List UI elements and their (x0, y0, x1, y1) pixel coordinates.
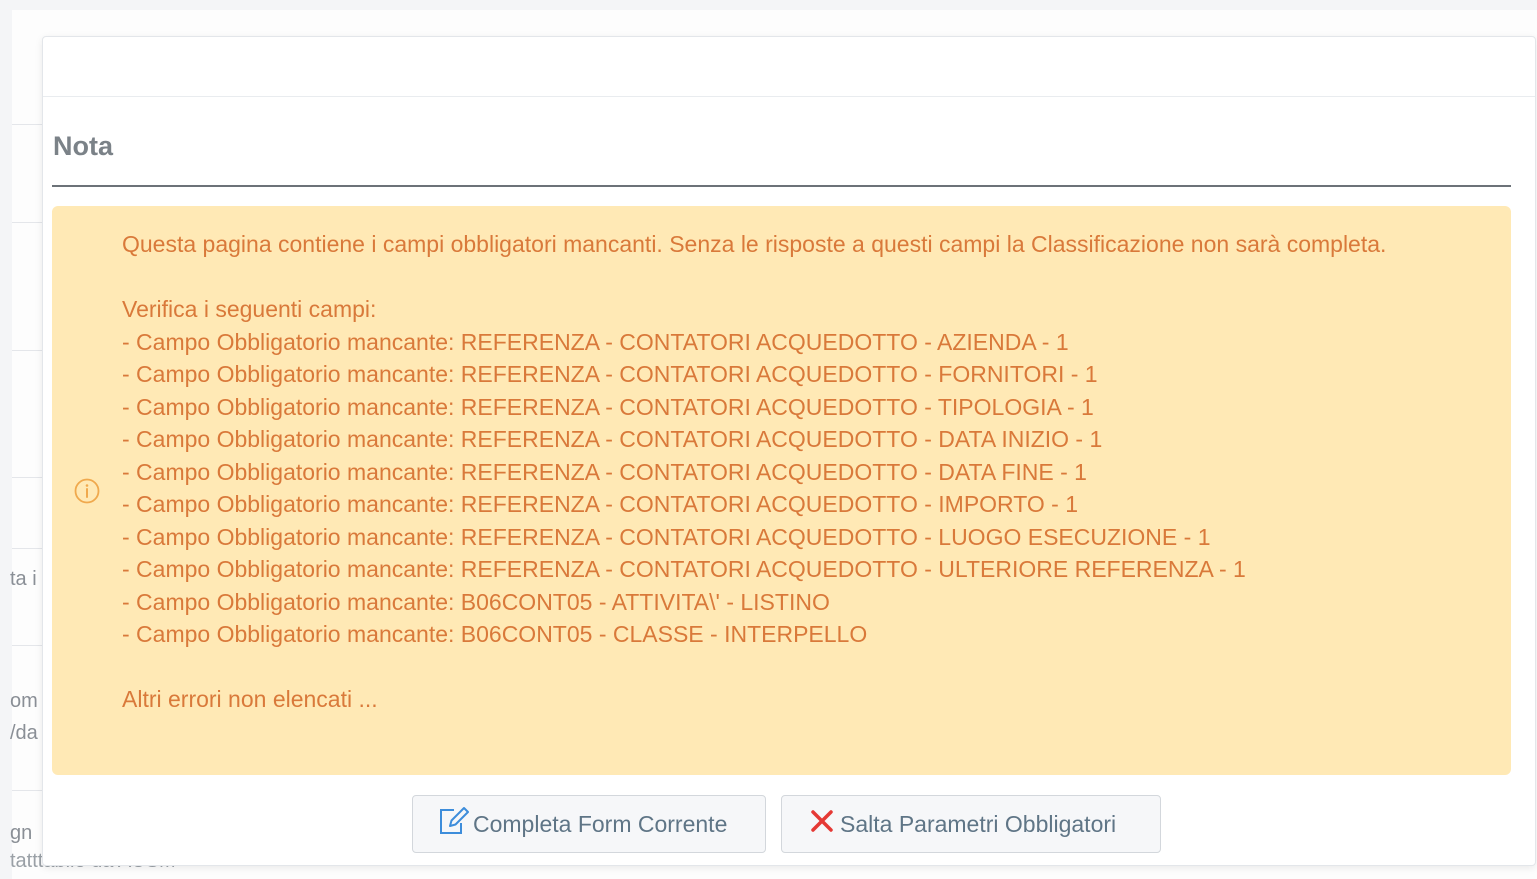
modal-header (43, 37, 1535, 97)
background-divider (12, 477, 42, 478)
missing-field-item: - Campo Obbligatorio mancante: REFERENZA… (122, 556, 1246, 582)
missing-field-item: - Campo Obbligatorio mancante: REFERENZA… (122, 458, 1087, 485)
background-text-fragment: /da (10, 722, 38, 744)
background-divider (12, 124, 42, 125)
alert-check-heading: Verifica i seguenti campi: (122, 296, 377, 322)
missing-field-item: - Campo Obbligatorio mancante: REFERENZA… (122, 523, 1211, 550)
skip-required-params-label: Salta Parametri Obbligatori (840, 810, 1117, 837)
missing-field-item: - Campo Obbligatorio mancante: REFERENZA… (122, 328, 1069, 355)
background-text-fragment: gn (10, 822, 33, 844)
complete-form-label: Completa Form Corrente (473, 810, 728, 837)
background-divider (12, 222, 42, 223)
missing-field-item: - Campo Obbligatorio mancante: REFERENZA… (122, 426, 1103, 452)
warning-alert: Questa pagina contiene i campi obbligato… (52, 206, 1511, 775)
background-text-fragment: om (10, 690, 38, 712)
background-text-fragment: ta i (10, 568, 37, 590)
modal-title: Nota (53, 131, 113, 161)
missing-field-item: - Campo Obbligatorio mancante: B06CONT05… (122, 588, 830, 615)
background-divider (12, 350, 42, 351)
alert-intro: Questa pagina contiene i campi obbligato… (122, 231, 1387, 257)
title-divider (52, 185, 1511, 187)
background-divider (12, 548, 42, 549)
alert-message: Questa pagina contiene i campi obbligato… (122, 228, 1462, 716)
info-circle-icon (74, 478, 100, 504)
more-errors-note: Altri errori non elencati ... (122, 686, 378, 712)
background-divider (12, 790, 42, 791)
missing-field-item: - Campo Obbligatorio mancante: REFERENZA… (122, 361, 1098, 387)
modal-dialog: Nota Questa pagina contiene i campi obbl… (42, 36, 1536, 866)
background-divider (12, 645, 42, 646)
skip-required-params-button[interactable]: Salta Parametri Obbligatori (781, 795, 1161, 853)
missing-field-item: - Campo Obbligatorio mancante: B06CONT05… (122, 621, 868, 647)
edit-icon (437, 806, 469, 842)
missing-field-item: - Campo Obbligatorio mancante: REFERENZA… (122, 491, 1079, 517)
missing-field-item: - Campo Obbligatorio mancante: REFERENZA… (122, 393, 1094, 420)
complete-form-button[interactable]: Completa Form Corrente (412, 795, 766, 853)
close-icon (810, 809, 834, 839)
